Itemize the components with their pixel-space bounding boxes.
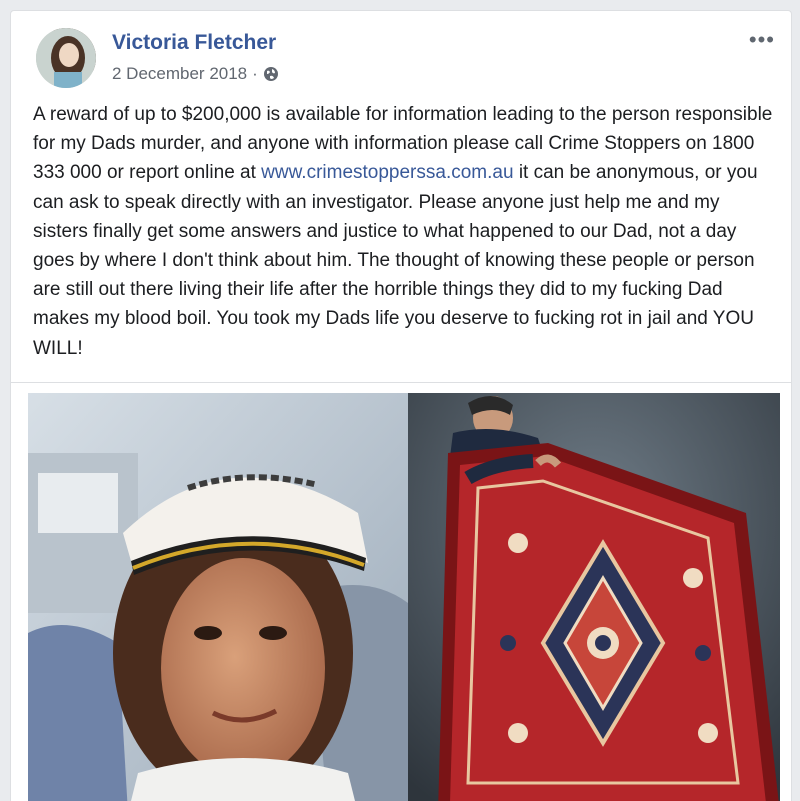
author-name[interactable]: Victoria Fletcher [112,31,276,55]
post-meta: 2 December 2018 · [112,64,279,84]
crime-stoppers-link[interactable]: www.crimestopperssa.com.au [261,162,513,183]
globe-icon[interactable] [263,66,279,82]
photo-grid [11,382,791,801]
photo-man-in-cap[interactable] [28,393,408,801]
post-body: A reward of up to $200,000 is available … [33,100,779,363]
author-avatar[interactable] [36,28,96,88]
post-date[interactable]: 2 December 2018 [112,64,247,84]
photo-man-with-rug[interactable] [408,393,780,801]
meta-separator: · [252,64,258,83]
post-card: Victoria Fletcher 2 December 2018 · ••• … [10,10,792,801]
post-text-part2: it can be anonymous, or you can ask to s… [33,162,758,359]
more-options-icon[interactable]: ••• [749,29,775,51]
